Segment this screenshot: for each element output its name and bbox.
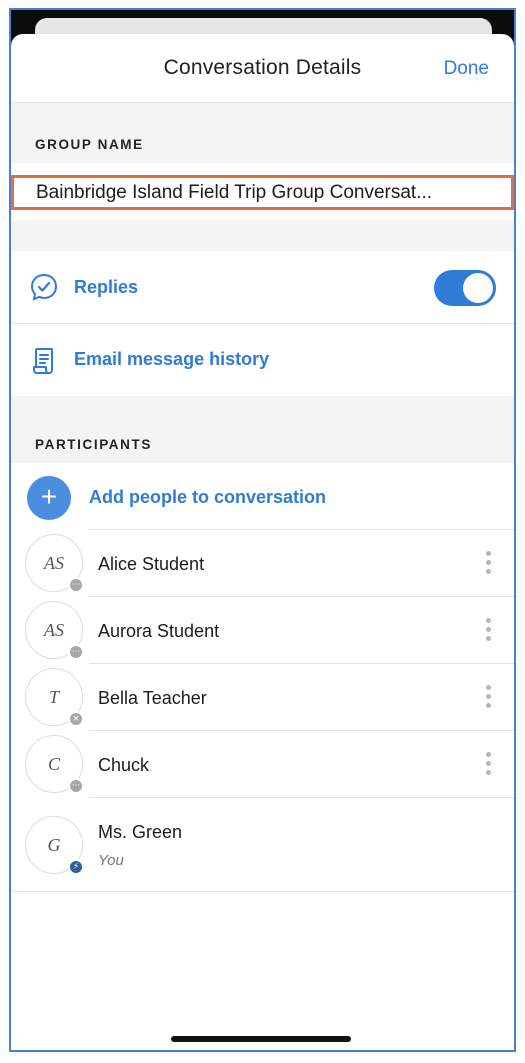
more-icon: ··· <box>68 778 84 794</box>
replies-toggle[interactable] <box>434 270 496 306</box>
nav-bar: Conversation Details Done <box>11 34 514 103</box>
participant-name: Ms. Green <box>98 822 183 842</box>
participant-name: Chuck <box>98 755 150 775</box>
divider <box>11 891 514 892</box>
email-history-row[interactable]: Email message history <box>11 324 514 396</box>
more-icon: ··· <box>68 644 84 660</box>
lightning-icon: ⚡ <box>68 859 84 875</box>
more-icon: ··· <box>68 577 84 593</box>
avatar: AS ··· <box>25 601 84 660</box>
avatar-initials: T <box>48 687 59 707</box>
add-people-label: Add people to conversation <box>89 487 327 507</box>
done-button[interactable]: Done <box>444 58 489 80</box>
document-scroll-icon <box>33 348 53 374</box>
participant-name: Bella Teacher <box>98 688 207 708</box>
avatar: T × <box>25 668 84 727</box>
group-name-section-label: GROUP NAME <box>35 137 144 152</box>
participant-row[interactable]: AS ··· Aurora Student <box>11 597 514 664</box>
more-options-icon[interactable] <box>484 551 492 577</box>
toggle-knob <box>463 273 493 303</box>
avatar: C ··· <box>25 735 84 794</box>
participant-row[interactable]: AS ··· Alice Student <box>11 530 514 597</box>
page-title: Conversation Details <box>163 56 362 79</box>
avatar-initials: AS <box>44 553 64 573</box>
participants-section-label: PARTICIPANTS <box>35 437 152 452</box>
participant-row[interactable]: T × Bella Teacher <box>11 664 514 731</box>
close-icon: × <box>68 711 84 727</box>
more-options-icon[interactable] <box>484 752 492 778</box>
participant-name: Aurora Student <box>98 621 220 641</box>
add-people-row[interactable]: + Add people to conversation <box>11 463 514 530</box>
group-name-spacer <box>11 163 514 175</box>
more-options-icon[interactable] <box>484 685 492 711</box>
chat-check-icon <box>30 273 58 301</box>
participant-row[interactable]: C ··· Chuck <box>11 731 514 798</box>
avatar-initials: G <box>47 835 61 855</box>
more-options-icon[interactable] <box>484 618 492 644</box>
home-indicator <box>171 1036 351 1042</box>
group-name-row-bottom <box>11 210 514 221</box>
avatar: G ⚡ <box>25 816 84 875</box>
participant-row[interactable]: G ⚡ Ms. Green You <box>11 798 514 892</box>
add-circle-icon: + <box>27 476 71 520</box>
section-spacer <box>11 221 514 251</box>
replies-row[interactable]: Replies <box>11 251 514 324</box>
avatar-initials: AS <box>44 620 64 640</box>
email-history-label: Email message history <box>74 349 270 369</box>
avatar-initials: C <box>47 754 60 774</box>
group-name-section: GROUP NAME <box>11 103 514 163</box>
participant-name: Alice Student <box>98 554 205 574</box>
participant-subtitle: You <box>98 852 124 869</box>
replies-label: Replies <box>74 277 139 297</box>
participants-section: PARTICIPANTS <box>11 396 514 463</box>
conversation-details-sheet: Conversation Details Done GROUP NAME Bai… <box>11 34 514 1050</box>
avatar: AS ··· <box>25 534 84 593</box>
phone-frame: Conversation Details Done GROUP NAME Bai… <box>9 8 516 1052</box>
group-name-field[interactable]: Bainbridge Island Field Trip Group Conve… <box>11 175 514 210</box>
